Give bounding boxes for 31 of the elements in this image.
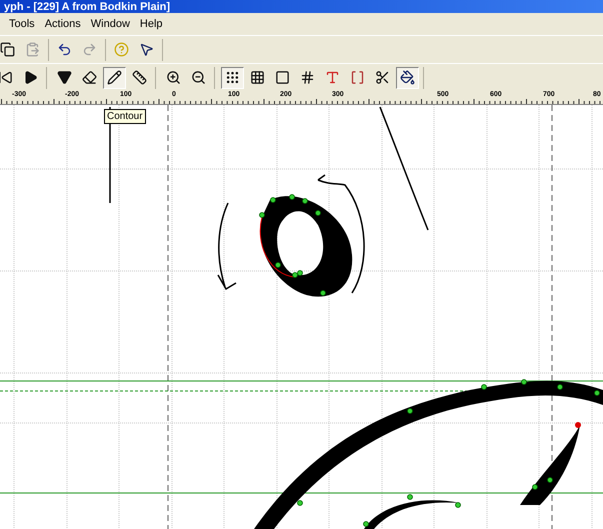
letter-icon [325, 70, 340, 85]
menu-item[interactable]: Tools [4, 16, 40, 32]
redo-icon [82, 42, 97, 57]
brackets-icon [350, 70, 365, 85]
toolbar-button[interactable] [396, 66, 419, 88]
hash-icon [300, 70, 315, 85]
window-title: yph - [229] A from Bodkin Plain] [3, 1, 172, 13]
skip-back-icon [0, 70, 13, 85]
tooltip: Contour [104, 109, 146, 124]
toolbar-button[interactable] [221, 66, 244, 88]
triangle-icon [57, 70, 72, 85]
copy-icon [0, 42, 15, 57]
pointer-help-icon [139, 42, 154, 57]
zoom-out-icon [191, 70, 206, 85]
play-icon [23, 70, 38, 85]
toolbar-button[interactable] [103, 66, 126, 88]
menu-item[interactable]: Actions [40, 16, 86, 32]
paste-icon [25, 42, 40, 57]
help-icon [114, 42, 129, 57]
menu-item[interactable]: Window [86, 16, 135, 32]
scissors-icon [375, 70, 390, 85]
ruler-icon [132, 70, 147, 85]
grid-icon [250, 70, 265, 85]
menu-item[interactable]: Help [134, 16, 168, 32]
frame-icon [275, 70, 290, 85]
pencil-icon [107, 70, 122, 85]
eraser-icon [82, 70, 97, 85]
paint-bucket-icon [400, 70, 415, 85]
dots-grid-icon [225, 70, 240, 85]
zoom-in-icon [166, 70, 181, 85]
undo-icon [57, 42, 72, 57]
